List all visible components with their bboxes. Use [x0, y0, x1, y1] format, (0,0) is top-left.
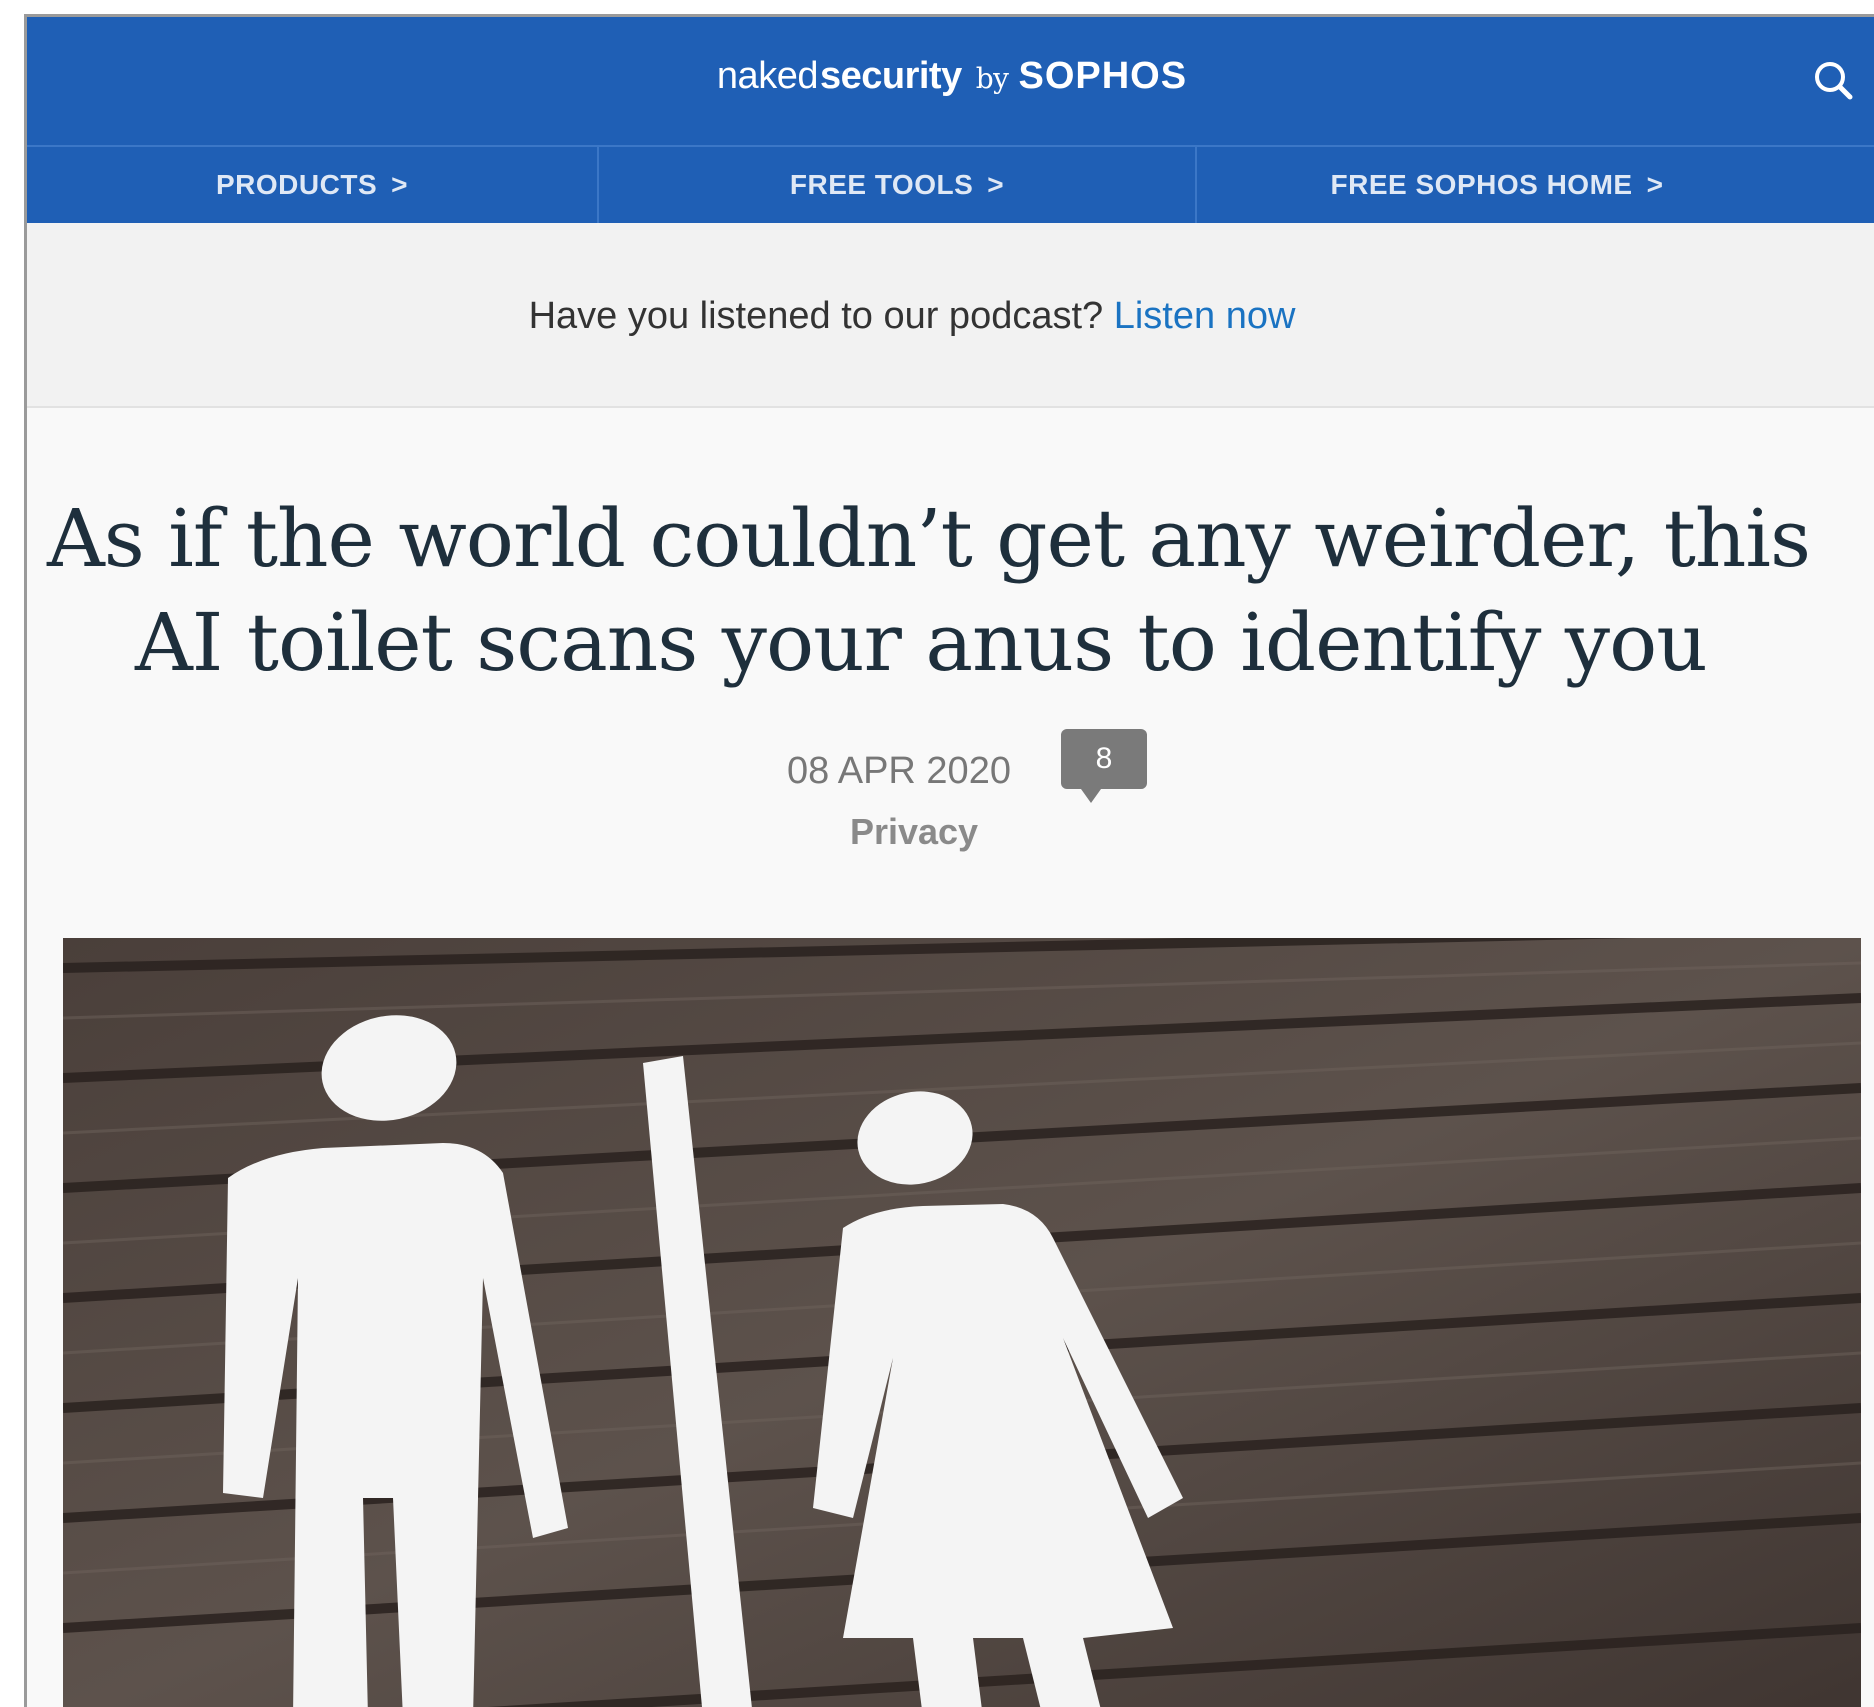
logo-security: security: [819, 55, 962, 97]
site-logo[interactable]: nakedsecurity by SOPHOS: [27, 55, 1874, 98]
article-date: 08 APR 2020: [787, 750, 1011, 792]
comment-count: 8: [1095, 742, 1113, 775]
logo-by: by: [975, 62, 1009, 95]
nav-item-label: FREE TOOLS: [789, 169, 974, 200]
chevron-right-icon: >: [391, 169, 408, 200]
article-title-line-2: AI toilet scans your anus to identify yo…: [135, 596, 1708, 689]
comment-count-badge[interactable]: 8: [1061, 729, 1147, 803]
article-title: As if the world couldn’t get any weirder…: [47, 487, 1874, 695]
speech-bubble-tail: [1081, 789, 1101, 803]
nav-item-label: PRODUCTS: [216, 169, 378, 200]
article-title-line-1: As if the world couldn’t get any weirder…: [47, 492, 1811, 585]
browser-viewport: nakedsecurity by SOPHOS PRODUCTS > FREE TOO…: [24, 14, 1874, 1707]
restroom-sign-image: [63, 938, 1861, 1707]
search-icon[interactable]: [1812, 59, 1856, 103]
site-header: nakedsecurity by SOPHOS: [27, 17, 1874, 145]
podcast-prompt: Have you listened to our podcast?: [528, 295, 1104, 337]
article-hero-image: [63, 938, 1861, 1707]
nav-item-products[interactable]: PRODUCTS >: [27, 147, 599, 223]
article-category-link[interactable]: Privacy: [27, 811, 1874, 853]
chevron-right-icon: >: [1646, 169, 1664, 200]
chevron-right-icon: >: [987, 169, 1005, 200]
nav-item-free-sophos-home[interactable]: FREE SOPHOS HOME >: [1197, 147, 1797, 223]
nav-item-free-tools[interactable]: FREE TOOLS >: [599, 147, 1197, 223]
podcast-banner: Have you listened to our podcast? Listen…: [27, 223, 1874, 408]
nav-item-label: FREE SOPHOS HOME: [1330, 169, 1633, 200]
logo-sophos: SOPHOS: [1018, 55, 1188, 97]
main-nav: PRODUCTS > FREE TOOLS > FREE SOPHOS HOME >: [27, 145, 1874, 223]
podcast-banner-text: Have you listened to our podcast? Listen…: [27, 295, 1874, 338]
listen-now-link[interactable]: Listen now: [1114, 295, 1296, 337]
logo-naked: naked: [716, 55, 819, 97]
